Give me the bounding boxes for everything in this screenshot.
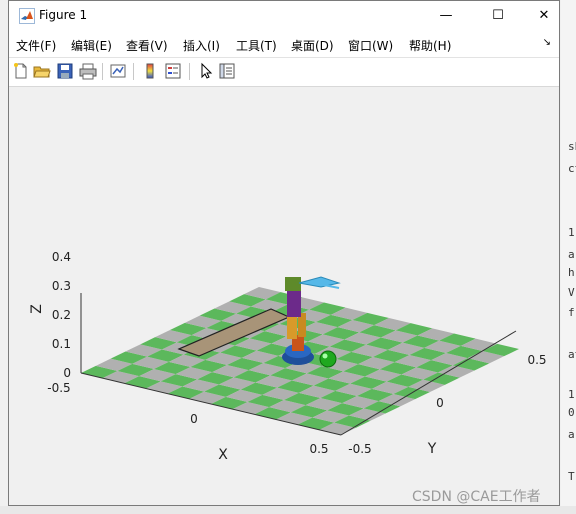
z-tick-label: 0	[63, 366, 71, 380]
z-tick-label: 0.4	[52, 250, 71, 264]
menu-edit[interactable]: 编辑(E)	[71, 37, 112, 54]
background-code-fragment: V	[568, 286, 575, 299]
matlab-logo-icon	[19, 8, 35, 24]
background-code-fragment: a	[568, 428, 575, 441]
toolbar-separator	[102, 63, 103, 80]
pointer-icon[interactable]	[197, 62, 215, 80]
background-code-fragment: 1	[568, 226, 575, 239]
menu-insert[interactable]: 插入(I)	[183, 37, 220, 54]
background-code-fragment: at	[568, 348, 576, 361]
toolbar-separator	[189, 63, 190, 80]
background-code-fragment: 0	[568, 406, 575, 419]
robot-gripper	[298, 276, 341, 288]
link-plot-icon[interactable]	[109, 62, 127, 80]
menu-view[interactable]: 查看(V)	[126, 37, 168, 54]
menu-window[interactable]: 窗口(W)	[348, 37, 393, 54]
y-tick-label: 0	[436, 396, 444, 410]
menu-file[interactable]: 文件(F)	[16, 37, 56, 54]
menu-bar: 文件(F) 编辑(E) 查看(V) 插入(I) 工具(T) 桌面(D) 窗口(W…	[9, 31, 559, 57]
y-axis-label: Y	[427, 441, 437, 457]
minimize-button[interactable]: —	[423, 1, 469, 31]
z-tick-label: 0.2	[52, 308, 71, 322]
legend-icon[interactable]	[164, 62, 182, 80]
x-tick-label: 0	[190, 412, 198, 426]
save-icon[interactable]	[56, 62, 74, 80]
background-code-fragment: ct	[568, 162, 576, 175]
x-axis-label: X	[218, 447, 228, 463]
new-figure-icon[interactable]	[12, 62, 30, 80]
x-tick-label: 0.5	[309, 442, 328, 456]
x-tick-label: -0.5	[47, 381, 70, 395]
background-code-fragment: h	[568, 266, 575, 279]
y-tick-label: 0.5	[527, 353, 546, 367]
background-bottom-strip	[0, 506, 576, 514]
z-axis-label: Z	[29, 304, 45, 314]
figure-window: Figure 1 — ☐ ✕ 文件(F) 编辑(E) 查看(V) 插入(I) 工…	[8, 0, 560, 506]
print-icon[interactable]	[79, 62, 97, 80]
background-code-fragment: 1	[568, 388, 575, 401]
window-title: Figure 1	[39, 8, 88, 22]
menu-help[interactable]: 帮助(H)	[409, 37, 451, 54]
background-code-fragment: sh	[568, 140, 576, 153]
green-sphere	[319, 350, 337, 368]
property-inspector-icon[interactable]	[218, 62, 236, 80]
maximize-button[interactable]: ☐	[475, 1, 521, 31]
open-file-icon[interactable]	[33, 62, 51, 80]
background-code-fragment: f	[568, 306, 575, 319]
y-tick-label: -0.5	[348, 442, 371, 456]
menu-desktop[interactable]: 桌面(D)	[291, 37, 334, 54]
menu-tools[interactable]: 工具(T)	[236, 37, 277, 54]
figure-toolbar	[9, 57, 559, 87]
toolbar-separator	[133, 63, 134, 80]
colorbar-icon[interactable]	[141, 62, 159, 80]
sphere-highlight	[322, 353, 328, 359]
z-tick-label: 0.3	[52, 279, 71, 293]
background-code-fragment: T	[568, 470, 575, 483]
watermark: CSDN @CAE工作者	[412, 489, 541, 505]
robot-wrist	[285, 277, 301, 291]
menu-overflow-icon[interactable]: ↘	[543, 37, 551, 48]
background-code-fragment: a	[568, 248, 575, 261]
title-bar: Figure 1 — ☐ ✕	[9, 1, 559, 31]
scene-3d[interactable]: 00.10.20.30.4-0.500.5 -0.500.5ZX Y	[9, 87, 559, 505]
z-tick-label: 0.1	[52, 337, 71, 351]
